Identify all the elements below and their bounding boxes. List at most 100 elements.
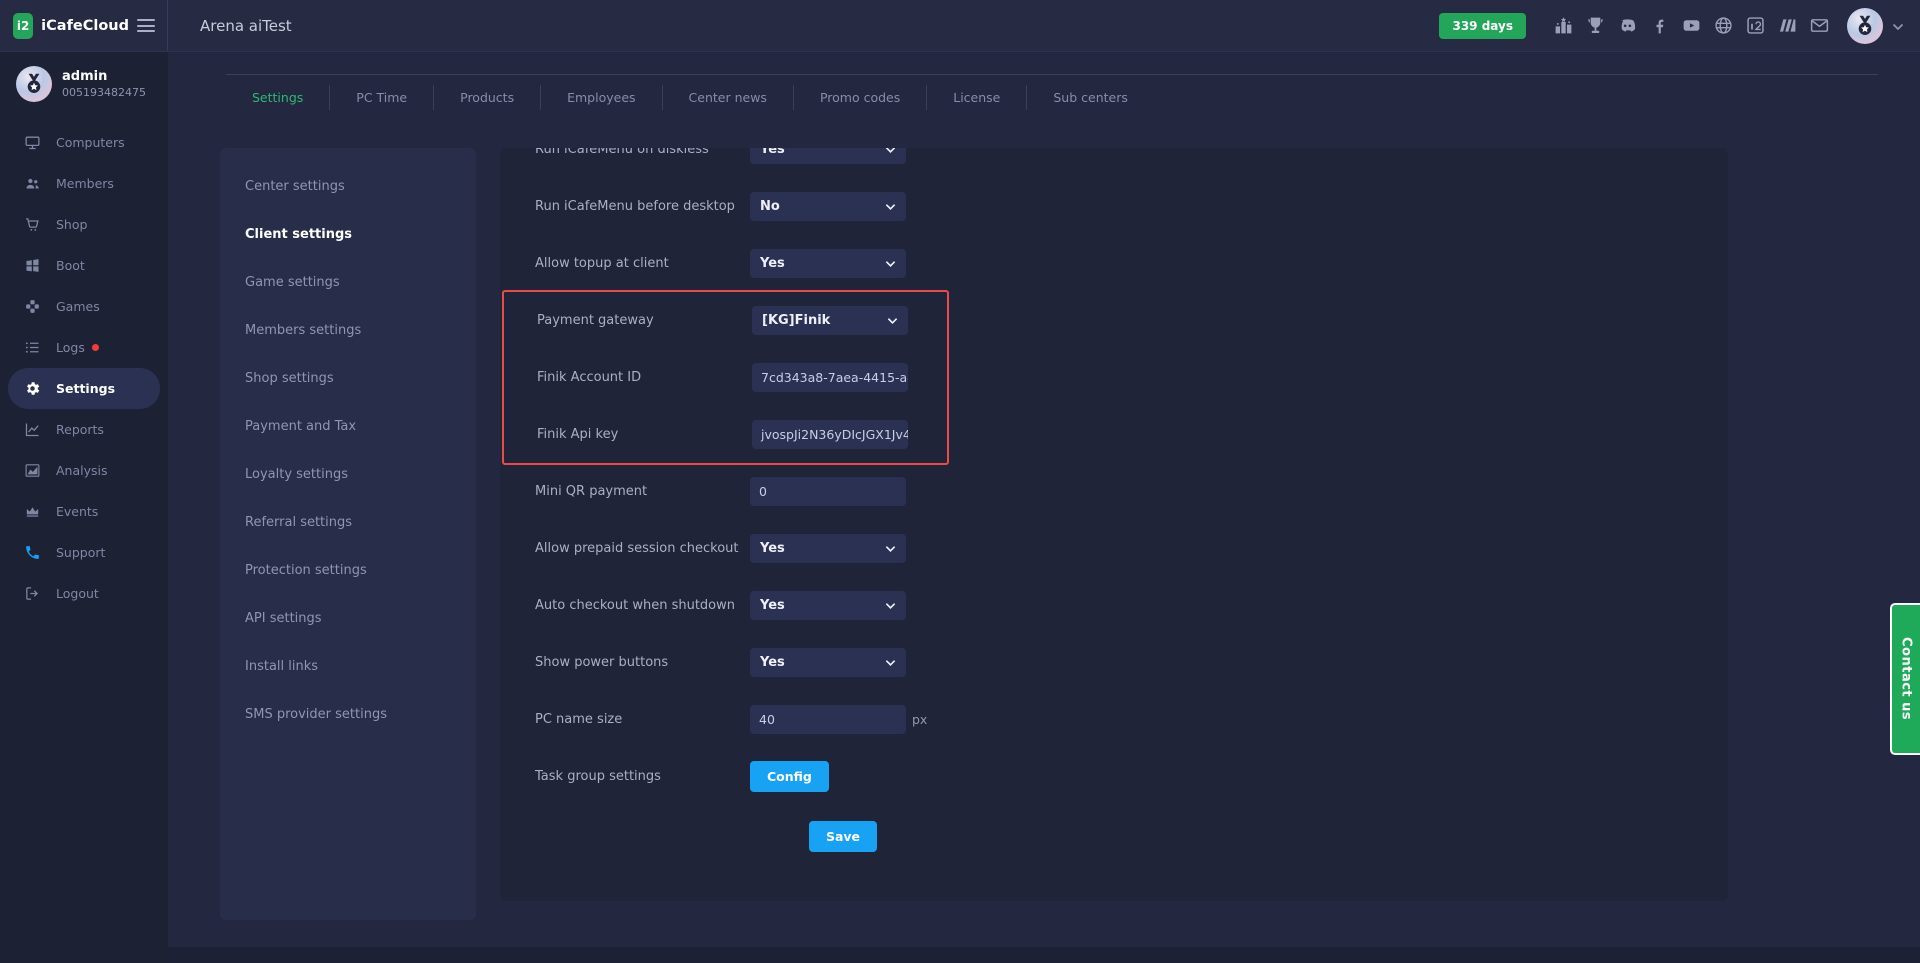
- header-right: 339 days: [1439, 8, 1920, 44]
- sidebar-item-settings[interactable]: Settings: [8, 368, 160, 409]
- submenu-item-payment-and-tax[interactable]: Payment and Tax: [220, 402, 476, 450]
- sidebar-item-shop[interactable]: Shop: [0, 204, 168, 245]
- submenu-item-game-settings[interactable]: Game settings: [220, 258, 476, 306]
- logout-icon: [24, 585, 41, 602]
- tab-products[interactable]: Products: [434, 75, 540, 120]
- sidebar-item-events[interactable]: Events: [0, 491, 168, 532]
- support-icon: [24, 544, 41, 561]
- icafe-icon[interactable]: [1744, 14, 1767, 37]
- sidebar: admin 005193482475 Computers Members ShopB…: [0, 51, 168, 963]
- facebook-icon[interactable]: [1648, 14, 1671, 37]
- brand-name: iCafeCloud: [41, 18, 129, 34]
- sidebar-item-reports[interactable]: Reports: [0, 409, 168, 450]
- sidebar-item-label: Events: [56, 504, 98, 519]
- submenu-item-api-settings[interactable]: API settings: [220, 594, 476, 642]
- analysis-icon: [24, 462, 41, 479]
- input-value: 7cd343a8-7aea-4415-a4f8: [761, 370, 908, 385]
- hamburger-menu-icon[interactable]: [137, 19, 155, 32]
- field-label: Task group settings: [535, 769, 750, 784]
- boot-icon: [24, 257, 41, 274]
- field-label: Run iCafeMenu before desktop: [535, 199, 750, 214]
- contact-us-tab[interactable]: Contact us: [1890, 603, 1920, 755]
- user-name: admin: [62, 69, 146, 84]
- sidebar-item-support[interactable]: Support: [0, 532, 168, 573]
- layers-icon[interactable]: [1776, 14, 1799, 37]
- sidebar-item-logout[interactable]: Logout: [0, 573, 168, 614]
- trophy-icon[interactable]: [1584, 14, 1607, 37]
- allow-topup-at-client-select[interactable]: Yes: [750, 249, 906, 278]
- top-bar: i2 iCafeCloud Arena aiTest 339 days: [0, 0, 1920, 52]
- show-power-buttons-select[interactable]: Yes: [750, 648, 906, 677]
- sidebar-item-label: Support: [56, 545, 105, 560]
- tab-settings[interactable]: Settings: [226, 75, 329, 120]
- submenu-item-client-settings[interactable]: Client settings: [220, 210, 476, 258]
- field-label: Mini QR payment: [535, 484, 750, 499]
- select-value: Yes: [760, 148, 785, 157]
- podium-icon[interactable]: [1552, 14, 1575, 37]
- mini-qr-payment-input[interactable]: 0: [750, 477, 906, 506]
- run-icafemenu-on-diskless-select[interactable]: Yes: [750, 148, 906, 164]
- submenu-item-sms-provider-settings[interactable]: SMS provider settings: [220, 690, 476, 738]
- submenu-item-members-settings[interactable]: Members settings: [220, 306, 476, 354]
- sidebar-item-analysis[interactable]: Analysis: [0, 450, 168, 491]
- user-block[interactable]: admin 005193482475: [0, 51, 168, 114]
- tab-promo-codes[interactable]: Promo codes: [794, 75, 926, 120]
- chevron-down-icon: [887, 317, 898, 325]
- submenu-item-protection-settings[interactable]: Protection settings: [220, 546, 476, 594]
- page-title: Arena aiTest: [200, 17, 292, 35]
- youtube-icon[interactable]: [1680, 14, 1703, 37]
- avatar: [16, 66, 52, 102]
- finik-api-key-input[interactable]: jvospJi2N36yDIcJGX1Jv41TIr: [752, 420, 908, 449]
- allow-prepaid-session-checkout-select[interactable]: Yes: [750, 534, 906, 563]
- pc-name-size-input[interactable]: 40: [750, 705, 906, 734]
- tab-pc-time[interactable]: PC Time: [330, 75, 433, 120]
- select-value: No: [760, 199, 780, 214]
- select-value: [KG]Finik: [762, 313, 830, 328]
- mail-icon[interactable]: [1808, 14, 1831, 37]
- sidebar-item-games[interactable]: Games: [0, 286, 168, 327]
- client-settings-form-panel: Run iCafeMenu on diskless Yes Run iCafeMen…: [500, 148, 1728, 901]
- discord-icon[interactable]: [1616, 14, 1639, 37]
- field-label: Auto checkout when shutdown: [535, 598, 750, 613]
- form-row: Payment gateway[KG]Finik: [504, 292, 947, 349]
- input-value: 40: [759, 712, 775, 727]
- sidebar-item-computers[interactable]: Computers: [0, 122, 168, 163]
- form-row: Auto checkout when shutdown Yes: [500, 577, 1728, 634]
- members-icon: [24, 175, 41, 192]
- tab-sub-centers[interactable]: Sub centers: [1027, 75, 1154, 120]
- finik-account-id-input[interactable]: 7cd343a8-7aea-4415-a4f8: [752, 363, 908, 392]
- field-label: Run iCafeMenu on diskless: [535, 148, 750, 157]
- auto-checkout-when-shutdown-select[interactable]: Yes: [750, 591, 906, 620]
- sidebar-item-boot[interactable]: Boot: [0, 245, 168, 286]
- tab-license[interactable]: License: [927, 75, 1026, 120]
- tab-center-news[interactable]: Center news: [663, 75, 793, 120]
- icafecloud-logo-icon: i2: [13, 13, 33, 39]
- form-row: Task group settingsConfig: [500, 748, 1728, 805]
- sidebar-item-label: Games: [56, 299, 100, 314]
- sidebar-item-label: Members: [56, 176, 114, 191]
- globe-icon[interactable]: [1712, 14, 1735, 37]
- submenu-item-shop-settings[interactable]: Shop settings: [220, 354, 476, 402]
- submenu-item-loyalty-settings[interactable]: Loyalty settings: [220, 450, 476, 498]
- run-icafemenu-before-desktop-select[interactable]: No: [750, 192, 906, 221]
- task-group-settings-button[interactable]: Config: [750, 761, 829, 792]
- brand: i2 iCafeCloud: [0, 0, 168, 51]
- payment-gateway-select[interactable]: [KG]Finik: [752, 306, 908, 335]
- computers-icon: [24, 134, 41, 151]
- sidebar-item-logs[interactable]: Logs: [0, 327, 168, 368]
- select-value: Yes: [760, 655, 785, 670]
- tab-employees[interactable]: Employees: [541, 75, 661, 120]
- user-id: 005193482475: [62, 86, 146, 99]
- finik-highlight-box: Payment gateway[KG]FinikFinik Account ID…: [502, 290, 949, 465]
- submenu-item-referral-settings[interactable]: Referral settings: [220, 498, 476, 546]
- save-button[interactable]: Save: [809, 821, 877, 852]
- submenu-item-install-links[interactable]: Install links: [220, 642, 476, 690]
- license-days-badge[interactable]: 339 days: [1439, 13, 1526, 39]
- select-value: Yes: [760, 598, 785, 613]
- form-rows: Run iCafeMenu on diskless Yes Run iCafeMen…: [500, 148, 1728, 805]
- chevron-down-icon[interactable]: [1892, 16, 1904, 35]
- submenu-item-center-settings[interactable]: Center settings: [220, 162, 476, 210]
- avatar[interactable]: [1847, 8, 1883, 44]
- sidebar-item-members[interactable]: Members: [0, 163, 168, 204]
- chevron-down-icon: [885, 545, 896, 553]
